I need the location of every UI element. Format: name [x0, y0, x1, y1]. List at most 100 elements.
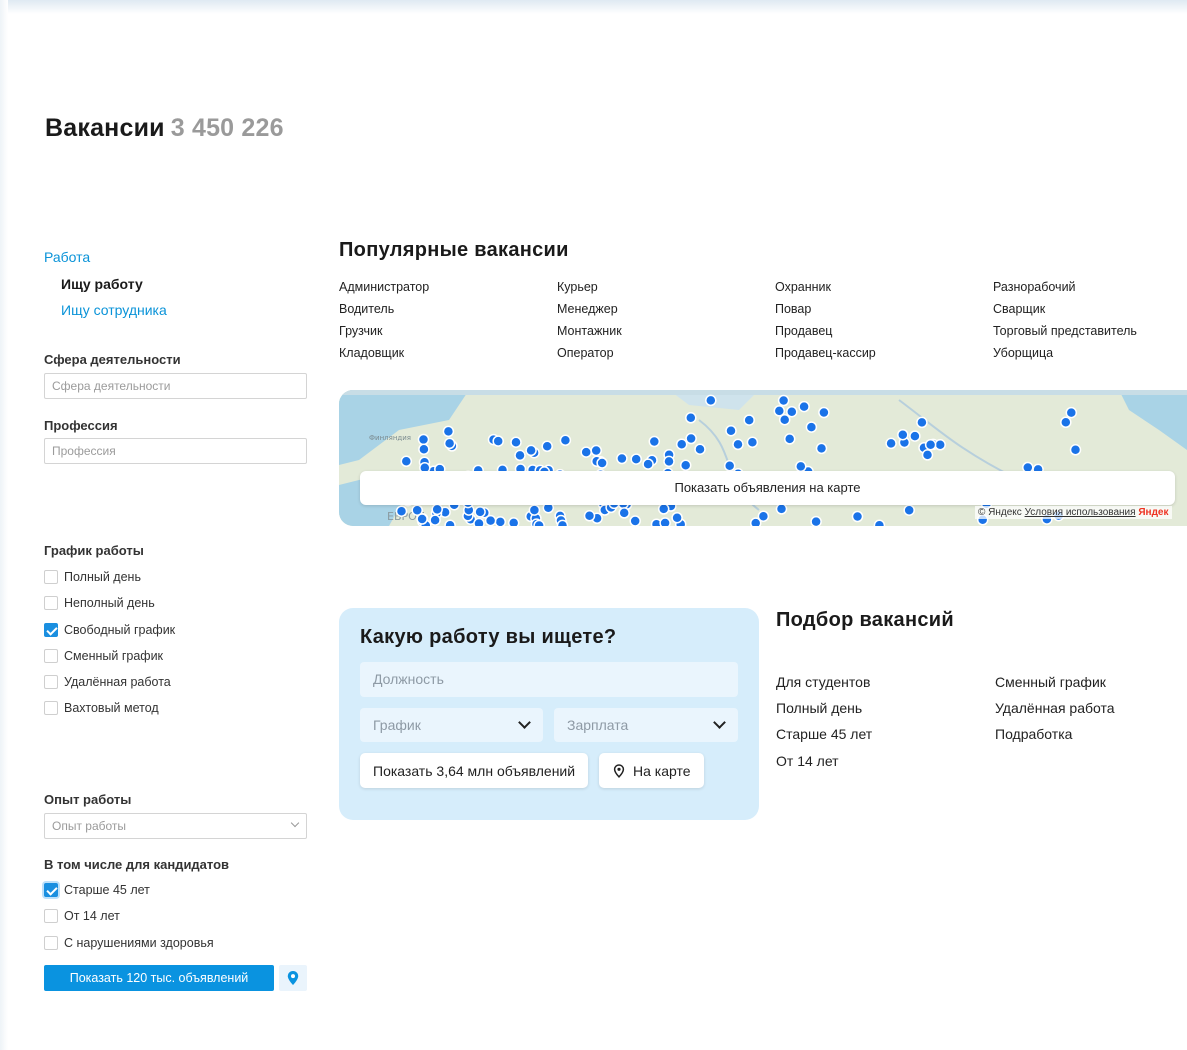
position-input[interactable]: Должность [360, 662, 738, 697]
map-marker [648, 435, 661, 448]
candidate-option-health[interactable]: С нарушениями здоровья [44, 934, 214, 952]
map-marker [725, 424, 737, 437]
map-marker [541, 440, 553, 453]
map-marker [474, 506, 486, 518]
schedule-option-shift[interactable]: Сменный график [44, 647, 163, 665]
top-shadow [0, 0, 1187, 14]
map-marker [851, 510, 864, 523]
checkbox[interactable] [44, 570, 58, 584]
location-icon [613, 763, 625, 778]
sphere-input[interactable]: Сфера деятельности [44, 373, 307, 399]
experience-select[interactable]: Опыт работы [44, 813, 307, 839]
map-marker [798, 400, 810, 413]
checkbox[interactable] [44, 675, 58, 689]
selection-link[interactable]: Для студентов [776, 674, 870, 690]
map-marker [815, 442, 828, 455]
map-marker [514, 449, 526, 462]
chevron-down-icon [518, 716, 531, 729]
show-count-button[interactable]: Показать 3,64 млн объявлений [360, 753, 588, 788]
map-marker [671, 511, 683, 524]
checkbox-label: С нарушениями здоровья [64, 936, 214, 950]
profession-label: Профессия [44, 418, 118, 433]
candidate-option-over-45[interactable]: Старше 45 лет [44, 881, 150, 899]
sphere-label: Сфера деятельности [44, 352, 181, 367]
page-title-text: Вакансии [45, 114, 165, 142]
show-count-button-label: Показать 3,64 млн объявлений [373, 762, 576, 779]
popular-link[interactable]: Продавец-кассир [775, 344, 993, 362]
show-results-button[interactable]: Показать 120 тыс. объявлений [44, 965, 274, 991]
schedule-select-value: График [373, 717, 421, 733]
checkbox-checked[interactable] [44, 623, 58, 637]
selection-link[interactable]: Удалённая работа [995, 700, 1115, 716]
popular-link[interactable]: Повар [775, 300, 993, 318]
candidates-label: В том числе для кандидатов [44, 857, 230, 872]
selection-link[interactable]: Сменный график [995, 674, 1106, 690]
popular-link[interactable]: Охранник [775, 278, 993, 296]
map-marker [618, 507, 630, 519]
checkbox[interactable] [44, 701, 58, 715]
candidate-option-from-14[interactable]: От 14 лет [44, 907, 120, 925]
popular-link[interactable]: Курьер [557, 278, 775, 296]
popular-link[interactable]: Торговый представитель [993, 322, 1187, 340]
popular-link[interactable]: Менеджер [557, 300, 775, 318]
selection-link[interactable]: От 14 лет [776, 753, 839, 769]
salary-select[interactable]: Зарплата [554, 708, 738, 742]
schedule-option-flexible[interactable]: Свободный график [44, 621, 175, 639]
schedule-select[interactable]: График [360, 708, 543, 742]
checkbox-label: Свободный график [64, 623, 176, 637]
popular-link[interactable]: Администратор [339, 278, 557, 296]
chevron-down-icon [713, 716, 726, 729]
map-marker [400, 455, 413, 468]
category-title[interactable]: Работа [44, 249, 90, 265]
checkbox[interactable] [44, 596, 58, 610]
popular-link[interactable]: Уборщица [993, 344, 1187, 362]
map-marker [749, 517, 762, 526]
map-marker [657, 503, 670, 515]
profession-input[interactable]: Профессия [44, 438, 307, 464]
popular-link[interactable]: Разнорабочий [993, 278, 1187, 296]
map-marker [663, 455, 675, 468]
checkbox-label: Вахтовый метод [64, 701, 159, 715]
map-marker [1065, 406, 1078, 419]
map-marker [659, 517, 671, 526]
selection-link[interactable]: Подработка [995, 726, 1072, 742]
show-map-button[interactable]: Показать объявления на карте [360, 471, 1175, 505]
map-terms-link[interactable]: Условия использования [1025, 507, 1136, 518]
show-on-map-button[interactable] [279, 965, 307, 991]
map-marker [934, 439, 946, 451]
selection-link[interactable]: Полный день [776, 700, 862, 716]
popular-link[interactable]: Продавец [775, 322, 993, 340]
checkbox[interactable] [44, 936, 58, 950]
map-marker [417, 433, 430, 446]
popular-link[interactable]: Кладовщик [339, 344, 557, 362]
chevron-down-icon [290, 818, 300, 828]
salary-select-value: Зарплата [567, 717, 629, 733]
popular-link[interactable]: Водитель [339, 300, 557, 318]
schedule-option-part-time[interactable]: Неполный день [44, 594, 155, 612]
checkbox-checked[interactable] [44, 883, 58, 897]
map-pin-icon [287, 971, 299, 985]
map-marker [507, 517, 520, 526]
popular-list: Администратор Курьер Охранник Разнорабоч… [339, 278, 1187, 362]
popular-link[interactable]: Монтажник [557, 322, 775, 340]
map-brand: Яндек [1138, 507, 1169, 518]
checkbox[interactable] [44, 909, 58, 923]
map-marker [924, 438, 937, 451]
category-item-find-employee[interactable]: Ищу сотрудника [61, 302, 167, 318]
map-marker [630, 453, 642, 465]
on-map-button[interactable]: На карте [599, 753, 704, 788]
selection-link[interactable]: Старше 45 лет [776, 726, 872, 742]
schedule-option-remote[interactable]: Удалённая работа [44, 673, 171, 691]
checkbox-label: Удалённая работа [64, 675, 171, 689]
checkbox[interactable] [44, 649, 58, 663]
popular-title: Популярные вакансии [339, 239, 569, 261]
schedule-label: График работы [44, 543, 144, 558]
schedule-option-full-day[interactable]: Полный день [44, 568, 141, 586]
map-marker [777, 394, 790, 407]
schedule-option-rotation[interactable]: Вахтовый метод [44, 699, 159, 717]
map-marker [783, 433, 796, 445]
category-item-find-job: Ищу работу [61, 276, 143, 292]
popular-link[interactable]: Грузчик [339, 322, 557, 340]
popular-link[interactable]: Оператор [557, 344, 775, 362]
popular-link[interactable]: Сварщик [993, 300, 1187, 318]
